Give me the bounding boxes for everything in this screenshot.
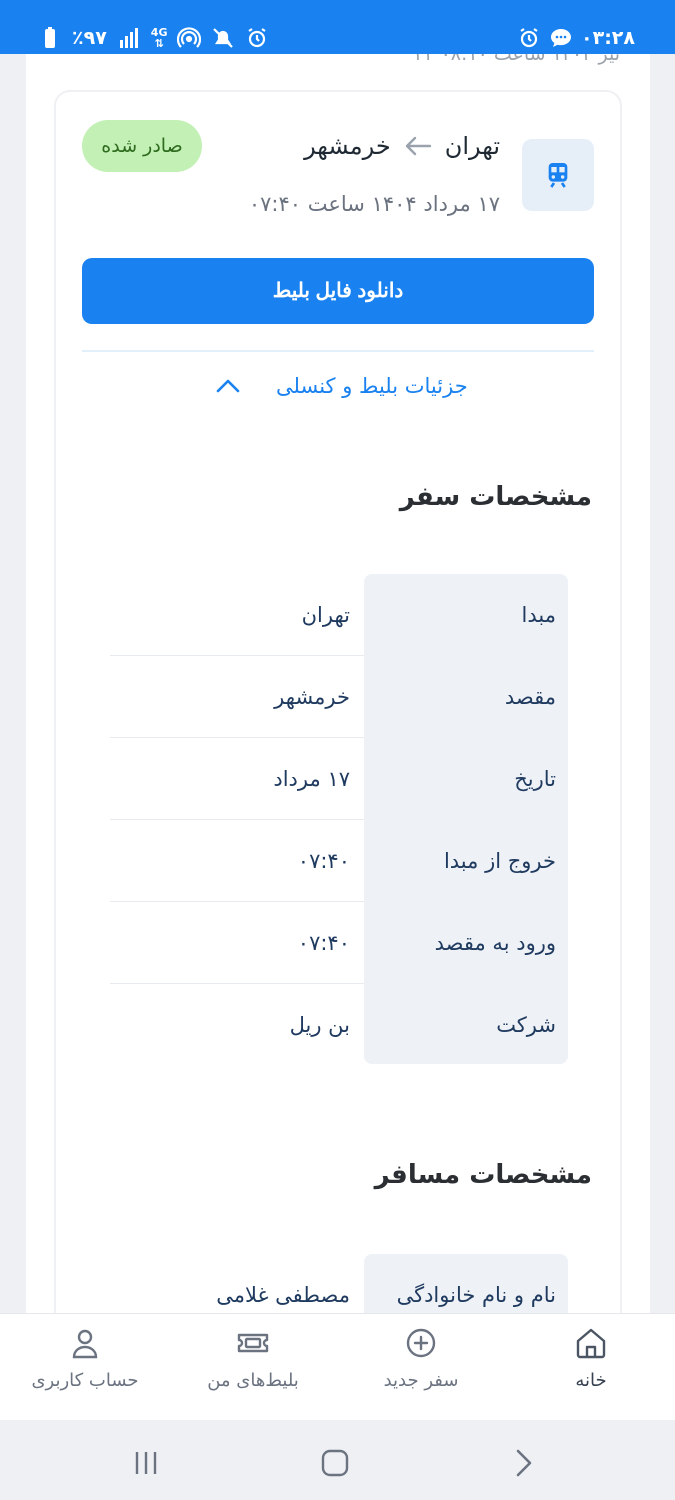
nav-account-label: حساب کاربری — [31, 1370, 139, 1391]
ticket-icon — [237, 1333, 269, 1353]
row-value: ۱۷ مرداد — [273, 767, 350, 791]
arrow-left-icon — [403, 135, 433, 157]
table-row: شرکت بن ریل — [110, 984, 568, 1066]
alarm-icon — [245, 26, 269, 50]
departure-datetime: ۱۷ مرداد ۱۴۰۴ ساعت ۰۷:۴۰ — [248, 192, 500, 216]
plus-circle-icon — [406, 1328, 436, 1358]
nav-account[interactable]: حساب کاربری — [10, 1326, 160, 1391]
destination-city: خرمشهر — [304, 132, 391, 160]
row-label: مبدا — [521, 603, 556, 627]
status-bar-left: ٪۹۷ 4G ⇅ — [38, 26, 269, 50]
message-icon — [549, 26, 573, 50]
table-row: خروج از مبدا ۰۷:۴۰ — [110, 820, 568, 902]
row-value: ۰۷:۴۰ — [297, 931, 350, 955]
ticket-list-sheet: ۲۲ تیر ۱۴۰۴ ساعت ۰۸:۱۰ تهران خرمشهر ۱۷ م… — [26, 54, 650, 1324]
details-toggle-label: جزئیات بلیط و کنسلی — [276, 374, 468, 398]
status-bar: ٪۹۷ 4G ⇅ ۰۳:۲۸ — [0, 0, 675, 54]
chevron-right-icon — [516, 1449, 532, 1477]
home-square-icon — [321, 1449, 349, 1477]
user-icon — [72, 1329, 98, 1359]
row-label: ورود به مقصد — [434, 931, 556, 955]
details-toggle[interactable]: جزئیات بلیط و کنسلی — [216, 374, 468, 398]
battery-percent: ٪۹۷ — [72, 27, 107, 49]
table-row: مقصد خرمشهر — [110, 656, 568, 738]
row-label: خروج از مبدا — [443, 849, 556, 873]
nav-home[interactable]: خانه — [516, 1326, 666, 1391]
row-label: مقصد — [504, 685, 556, 709]
previous-ticket-datetime: ۲۲ تیر ۱۴۰۴ ساعت ۰۸:۱۰ — [414, 54, 620, 65]
clock: ۰۳:۲۸ — [581, 27, 635, 49]
alarm-icon — [517, 26, 541, 50]
trip-section-title: مشخصات سفر — [399, 482, 592, 512]
hotspot-icon — [177, 26, 202, 50]
network-type-label: 4G — [150, 26, 168, 39]
table-row: ورود به مقصد ۰۷:۴۰ — [110, 902, 568, 984]
status-badge: صادر شده — [82, 120, 202, 172]
nav-new-trip[interactable]: سفر جدید — [346, 1326, 496, 1391]
home-button[interactable] — [320, 1448, 350, 1478]
route: تهران خرمشهر — [304, 130, 500, 162]
recent-apps-button[interactable] — [131, 1448, 161, 1478]
row-value: خرمشهر — [274, 685, 350, 709]
signal-icon — [117, 26, 141, 50]
row-label: تاریخ — [514, 767, 556, 791]
status-bar-right: ۰۳:۲۸ — [517, 26, 635, 50]
network-type: 4G ⇅ — [150, 26, 168, 50]
ticket-card: تهران خرمشهر ۱۷ مرداد ۱۴۰۴ ساعت ۰۷:۴۰ صا… — [54, 90, 622, 1324]
train-icon — [548, 163, 568, 188]
trip-details-table: مبدا تهران مقصد خرمشهر تاریخ ۱۷ مرداد خر… — [110, 574, 568, 1066]
nav-home-label: خانه — [575, 1370, 607, 1391]
train-icon-box — [522, 139, 594, 211]
origin-city: تهران — [444, 132, 500, 160]
back-button[interactable] — [508, 1448, 538, 1478]
bottom-navigation: خانه سفر جدید بلیط‌های من حساب کاربری — [0, 1314, 675, 1420]
nav-new-trip-label: سفر جدید — [383, 1370, 459, 1391]
nav-my-tickets-label: بلیط‌های من — [207, 1370, 299, 1391]
chevron-up-icon — [216, 379, 240, 393]
table-row: تاریخ ۱۷ مرداد — [110, 738, 568, 820]
passenger-section-title: مشخصات مسافر — [374, 1160, 592, 1190]
download-ticket-button[interactable]: دانلود فایل بلیط — [82, 258, 594, 324]
table-row: مبدا تهران — [110, 574, 568, 656]
mute-icon — [211, 26, 235, 50]
row-label: شرکت — [496, 1013, 556, 1037]
recent-apps-icon — [135, 1452, 157, 1474]
divider — [82, 350, 594, 352]
system-navigation-bar — [0, 1420, 675, 1500]
row-value: تهران — [301, 603, 350, 627]
home-icon — [576, 1328, 606, 1359]
battery-icon — [38, 26, 62, 50]
row-value: ۰۷:۴۰ — [297, 849, 350, 873]
row-value: بن ریل — [289, 1013, 350, 1037]
nav-my-tickets[interactable]: بلیط‌های من — [178, 1326, 328, 1391]
